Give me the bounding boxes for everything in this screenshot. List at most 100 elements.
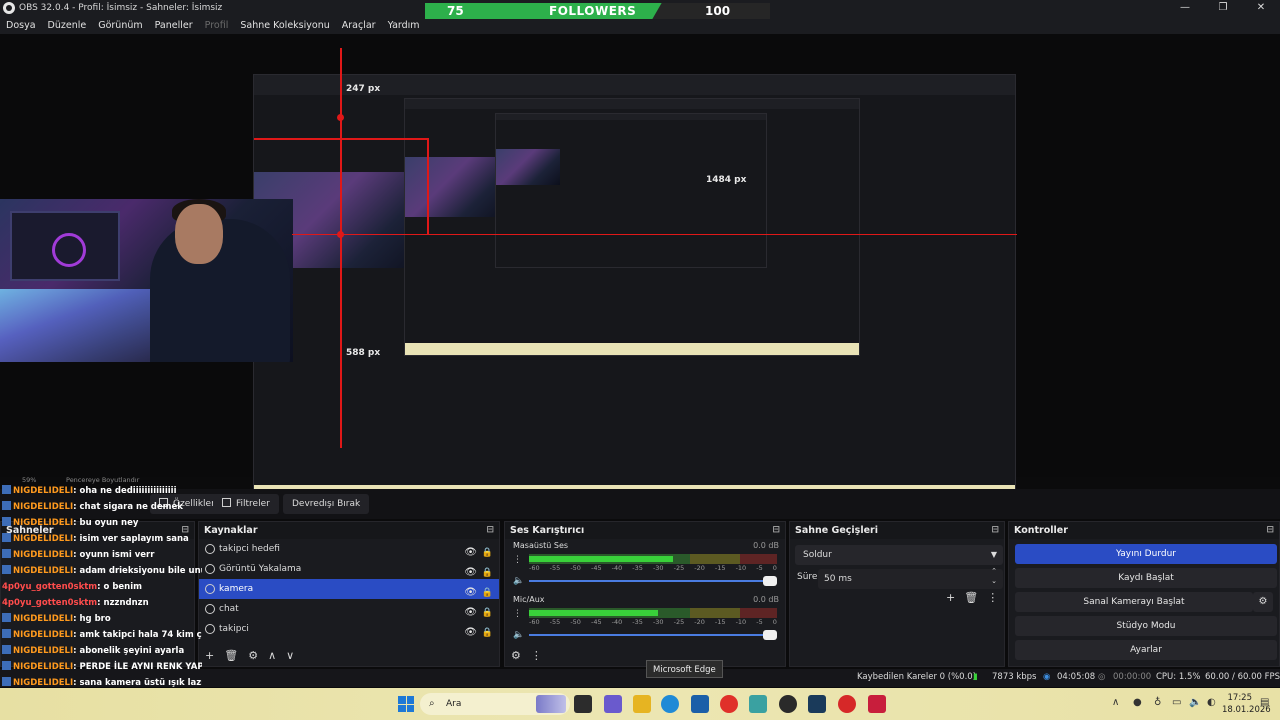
- chat-overlay: NIGDELIDELI: oha ne dediiiiiiiiiiiiiii N…: [2, 483, 202, 691]
- meter-tick-label: -15: [714, 618, 726, 626]
- menu-item-sahne-koleksiyonu[interactable]: Sahne Koleksiyonu: [234, 20, 335, 31]
- source-item[interactable]: takipci hedefi 👁 🔒: [199, 539, 499, 559]
- dock-pin-icon[interactable]: ⊟: [772, 522, 780, 539]
- source-type-icon: [205, 544, 215, 554]
- windows-start-icon[interactable]: [398, 696, 414, 712]
- volume-icon[interactable]: 🔈: [1189, 697, 1201, 708]
- meter-tick-label: -45: [590, 618, 602, 626]
- menu-item-araclar[interactable]: Araçlar: [336, 20, 382, 31]
- menu-item-paneller[interactable]: Paneller: [149, 20, 199, 31]
- camera-feed: [0, 199, 293, 362]
- filters-button[interactable]: Filtreler: [213, 494, 279, 514]
- menu-item-yardim[interactable]: Yardım: [382, 20, 426, 31]
- start-virtual-camera-button[interactable]: Sanal Kamerayı Başlat: [1015, 592, 1253, 612]
- volume-slider[interactable]: [529, 575, 777, 587]
- source-item[interactable]: chat 👁 🔒: [199, 599, 499, 619]
- deactivate-button[interactable]: Devredışı Bırak: [283, 494, 370, 514]
- gear-icon[interactable]: ⚙: [248, 649, 258, 662]
- guide-handle[interactable]: [337, 114, 344, 121]
- menu-item-profil[interactable]: Profil: [199, 20, 235, 31]
- chat-message: NIGDELIDELI: oyunn ismi verr: [2, 547, 202, 563]
- tray-monitor-icon[interactable]: ▭: [1172, 697, 1181, 708]
- tray-location-icon[interactable]: ♁: [1154, 697, 1161, 708]
- clock[interactable]: 17:25 18.01.2026: [1222, 692, 1271, 716]
- dock-pin-icon[interactable]: ⊟: [1266, 522, 1274, 539]
- app-icon[interactable]: [749, 695, 767, 713]
- audio-mixer-dock: Ses Karıştırıcı ⊟ Masaüstü Ses 0.0 dB ⋮ -6…: [504, 521, 786, 667]
- advanced-audio-icon[interactable]: ⚙: [511, 649, 521, 662]
- add-transition-icon[interactable]: +: [946, 591, 955, 604]
- studio-mode-button[interactable]: Stüdyo Modu: [1015, 616, 1277, 636]
- dock-pin-icon[interactable]: ⊟: [991, 522, 999, 539]
- source-item-selected[interactable]: kamera 👁 🔒: [199, 579, 499, 599]
- slider-knob[interactable]: [763, 630, 777, 640]
- transition-menu-icon[interactable]: ⋮: [987, 591, 998, 604]
- channel-menu-icon[interactable]: ⋮: [513, 555, 522, 565]
- stop-streaming-button[interactable]: Yayını Durdur: [1015, 544, 1277, 564]
- search-highlight-icon[interactable]: [536, 695, 566, 713]
- minimize-button[interactable]: —: [1166, 0, 1204, 16]
- fps: 60.00 / 60.00 FPS: [1205, 672, 1280, 682]
- lock-icon[interactable]: 🔒: [482, 623, 493, 643]
- guide-line-horizontal: [292, 234, 1017, 235]
- app-icon-pink[interactable]: [868, 695, 886, 713]
- meter-tick-label: -5: [756, 564, 763, 572]
- menu-item-duzenle[interactable]: Düzenle: [42, 20, 93, 31]
- meter-tick-label: 0: [772, 564, 777, 572]
- menu-item-dosya[interactable]: Dosya: [0, 20, 42, 31]
- notifications-icon[interactable]: ▤: [1260, 697, 1269, 708]
- meter-scale: -60 -55 -50 -45 -40 -35 -30 -25 -20 -15 -10 -5 0: [529, 618, 777, 628]
- volume-slider[interactable]: [529, 629, 777, 641]
- tray-app-icon[interactable]: ●: [1133, 697, 1142, 708]
- add-source-icon[interactable]: +: [205, 649, 214, 662]
- meter-tick-label: -50: [570, 564, 581, 572]
- edge-icon[interactable]: [661, 695, 679, 713]
- menu-item-gorunum[interactable]: Görünüm: [92, 20, 148, 31]
- obs-icon[interactable]: [779, 695, 797, 713]
- settings-button[interactable]: Ayarlar: [1015, 640, 1277, 660]
- channel-menu-icon[interactable]: ⋮: [513, 609, 522, 619]
- tray-chevron-icon[interactable]: ∧: [1112, 697, 1119, 708]
- chat-message: NIGDELIDELI: abonelik şeyini ayarla: [2, 643, 202, 659]
- meter-tick-label: -35: [632, 618, 643, 626]
- spinner-arrows-icon[interactable]: ⌃ ⌄: [991, 566, 997, 586]
- mixer-channel-name: Mic/Aux 0.0 dB: [513, 595, 779, 604]
- task-view-icon[interactable]: [574, 695, 592, 713]
- speaker-icon[interactable]: 🔈: [513, 576, 524, 586]
- close-button[interactable]: ✕: [1242, 0, 1280, 16]
- opera-icon[interactable]: [720, 695, 738, 713]
- guide-handle[interactable]: [337, 231, 344, 238]
- guide-line-vertical: [340, 48, 342, 448]
- tray-headset-icon[interactable]: ◐: [1207, 697, 1216, 708]
- store-icon[interactable]: [691, 695, 709, 713]
- preview-area[interactable]: 247 px 1484 px 588 px 59% Pencereye Boyu…: [0, 34, 1280, 504]
- audio-mixer-title: Ses Karıştırıcı ⊟: [505, 522, 785, 539]
- meter-tick-label: -30: [652, 564, 664, 572]
- transition-select[interactable]: Soldur ▼: [795, 545, 1003, 565]
- followers-label: FOLLOWERS: [549, 4, 637, 18]
- meter-tick-label: -50: [570, 618, 581, 626]
- visibility-eye-icon[interactable]: 👁: [464, 623, 477, 643]
- file-explorer-icon[interactable]: [633, 695, 651, 713]
- trash-icon[interactable]: 🗑: [964, 591, 978, 604]
- virtual-camera-settings-icon[interactable]: ⚙: [1253, 592, 1273, 612]
- duration-input[interactable]: 50 ms ⌃ ⌄: [818, 566, 1003, 589]
- source-item[interactable]: Görüntü Yakalama 👁 🔒: [199, 559, 499, 579]
- source-item[interactable]: takipci 👁 🔒: [199, 619, 499, 639]
- chat-message: NIGDELIDELI: PERDE İLE AYNI RENK YAP: [2, 659, 202, 675]
- guide-box-top: [254, 138, 429, 140]
- dock-pin-icon[interactable]: ⊟: [486, 522, 494, 539]
- meter-tick-label: -10: [735, 618, 747, 626]
- trash-icon[interactable]: 🗑: [224, 649, 238, 662]
- app-icon-red[interactable]: [838, 695, 856, 713]
- nested-obs-window-3: [495, 113, 767, 268]
- steam-icon[interactable]: [808, 695, 826, 713]
- start-recording-button[interactable]: Kaydı Başlat: [1015, 568, 1277, 588]
- widgets-icon[interactable]: [604, 695, 622, 713]
- maximize-button[interactable]: ❐: [1204, 0, 1242, 16]
- speaker-icon[interactable]: 🔈: [513, 630, 524, 640]
- move-down-icon[interactable]: ∨: [286, 649, 294, 662]
- mixer-menu-icon[interactable]: ⋮: [531, 649, 542, 662]
- slider-knob[interactable]: [763, 576, 777, 586]
- move-up-icon[interactable]: ∧: [268, 649, 276, 662]
